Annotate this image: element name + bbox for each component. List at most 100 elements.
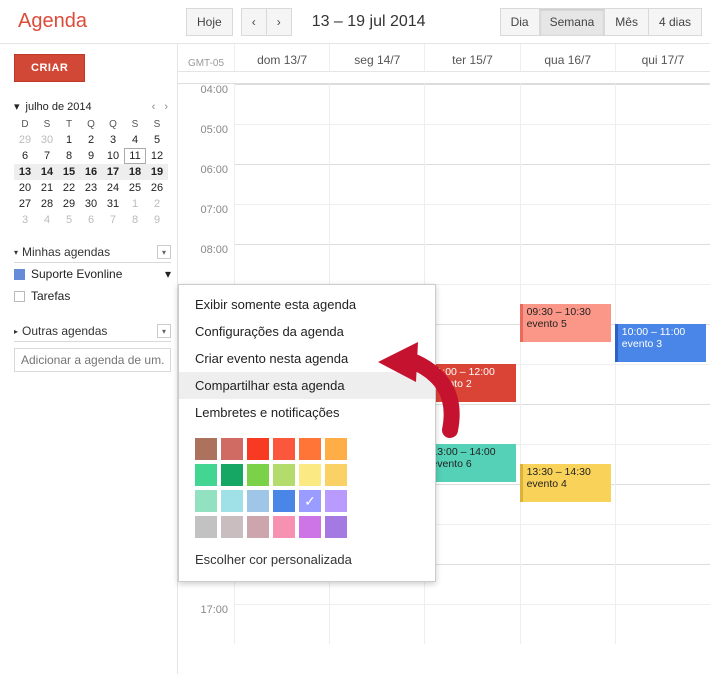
calendar-item-menu-button[interactable]: ▾ [165, 267, 171, 281]
mini-day-cell[interactable]: 28 [36, 196, 58, 212]
other-calendars-menu-button[interactable]: ▾ [157, 324, 171, 338]
calendar-event[interactable]: 10:00 – 11:00evento 3 [615, 324, 706, 362]
mini-day-cell[interactable]: 7 [102, 212, 124, 228]
color-swatch[interactable] [325, 464, 347, 486]
color-swatch[interactable] [325, 490, 347, 512]
color-swatch[interactable] [299, 438, 321, 460]
prev-button[interactable]: ‹ [241, 8, 267, 36]
mini-day-cell[interactable]: 12 [146, 148, 168, 164]
calendar-list-item[interactable]: Tarefas [14, 285, 171, 307]
view-week-button[interactable]: Semana [540, 8, 606, 36]
day-column[interactable] [520, 84, 615, 644]
mini-day-cell[interactable]: 23 [80, 180, 102, 196]
mini-day-cell[interactable]: 13 [14, 164, 36, 180]
mini-day-cell[interactable]: 18 [124, 164, 146, 180]
mini-day-cell[interactable]: 29 [14, 132, 36, 148]
mini-day-cell[interactable]: 4 [36, 212, 58, 228]
color-swatch[interactable] [273, 438, 295, 460]
color-swatch[interactable] [299, 490, 321, 512]
mini-day-cell[interactable]: 20 [14, 180, 36, 196]
color-swatch[interactable] [221, 490, 243, 512]
mini-day-cell[interactable]: 8 [124, 212, 146, 228]
color-swatch[interactable] [221, 516, 243, 538]
mini-day-cell[interactable]: 30 [36, 132, 58, 148]
mini-day-cell[interactable]: 3 [102, 132, 124, 148]
create-button[interactable]: CRIAR [14, 54, 85, 82]
mini-day-cell[interactable]: 6 [14, 148, 36, 164]
color-swatch[interactable] [195, 490, 217, 512]
color-swatch[interactable] [195, 438, 217, 460]
view-4days-button[interactable]: 4 dias [649, 8, 702, 36]
mini-day-cell[interactable]: 7 [36, 148, 58, 164]
color-swatch[interactable] [247, 438, 269, 460]
mini-day-cell[interactable]: 1 [124, 196, 146, 212]
mini-day-cell[interactable]: 14 [36, 164, 58, 180]
mini-day-cell[interactable]: 17 [102, 164, 124, 180]
hour-label: 08:00 [178, 244, 228, 284]
mini-day-cell[interactable]: 11 [124, 148, 146, 164]
color-swatch[interactable] [195, 464, 217, 486]
view-month-button[interactable]: Mês [605, 8, 649, 36]
color-swatch[interactable] [273, 464, 295, 486]
color-swatch[interactable] [273, 490, 295, 512]
calendar-list-item[interactable]: Suporte Evonline▾ [14, 263, 171, 285]
mini-day-cell[interactable]: 16 [80, 164, 102, 180]
mini-day-cell[interactable]: 26 [146, 180, 168, 196]
mini-day-cell[interactable]: 1 [58, 132, 80, 148]
context-menu-item[interactable]: Lembretes e notificações [179, 399, 435, 426]
day-column-header: qua 16/7 [520, 44, 615, 71]
color-swatch[interactable] [299, 464, 321, 486]
color-swatch[interactable] [247, 490, 269, 512]
mini-day-cell[interactable]: 5 [58, 212, 80, 228]
mini-day-cell[interactable]: 21 [36, 180, 58, 196]
mini-day-cell[interactable]: 9 [80, 148, 102, 164]
mini-day-cell[interactable]: 5 [146, 132, 168, 148]
mini-dow-label: S [146, 117, 168, 132]
color-swatch[interactable] [273, 516, 295, 538]
context-menu-item[interactable]: Criar evento nesta agenda [179, 345, 435, 372]
mini-day-cell[interactable]: 29 [58, 196, 80, 212]
mini-day-cell[interactable]: 19 [146, 164, 168, 180]
context-menu-item[interactable]: Compartilhar esta agenda [179, 372, 435, 399]
mini-next-button[interactable]: › [161, 101, 171, 113]
mini-day-cell[interactable]: 10 [102, 148, 124, 164]
mini-day-cell[interactable]: 8 [58, 148, 80, 164]
calendar-event[interactable]: 11:00 – 12:00evento 2 [424, 364, 515, 402]
mini-prev-button[interactable]: ‹ [149, 101, 159, 113]
calendar-color-chip[interactable] [14, 269, 25, 280]
view-day-button[interactable]: Dia [500, 8, 540, 36]
mini-day-cell[interactable]: 31 [102, 196, 124, 212]
mini-day-cell[interactable]: 15 [58, 164, 80, 180]
add-other-calendar-input[interactable] [14, 348, 171, 372]
choose-custom-color[interactable]: Escolher cor personalizada [179, 542, 435, 575]
color-swatch[interactable] [221, 438, 243, 460]
color-swatch[interactable] [247, 516, 269, 538]
mini-day-cell[interactable]: 24 [102, 180, 124, 196]
mini-day-cell[interactable]: 6 [80, 212, 102, 228]
color-swatch[interactable] [221, 464, 243, 486]
mini-day-cell[interactable]: 9 [146, 212, 168, 228]
mini-day-cell[interactable]: 4 [124, 132, 146, 148]
context-menu-item[interactable]: Exibir somente esta agenda [179, 291, 435, 318]
day-column[interactable] [615, 84, 710, 644]
mini-day-cell[interactable]: 22 [58, 180, 80, 196]
calendar-color-chip[interactable] [14, 291, 25, 302]
color-swatch[interactable] [325, 516, 347, 538]
color-swatch[interactable] [195, 516, 217, 538]
mini-day-cell[interactable]: 3 [14, 212, 36, 228]
color-swatch[interactable] [325, 438, 347, 460]
color-swatch[interactable] [247, 464, 269, 486]
mini-day-cell[interactable]: 30 [80, 196, 102, 212]
calendar-event[interactable]: 13:30 – 14:30evento 4 [520, 464, 611, 502]
mini-day-cell[interactable]: 2 [80, 132, 102, 148]
my-calendars-menu-button[interactable]: ▾ [157, 245, 171, 259]
context-menu-item[interactable]: Configurações da agenda [179, 318, 435, 345]
today-button[interactable]: Hoje [186, 8, 233, 36]
mini-day-cell[interactable]: 2 [146, 196, 168, 212]
mini-day-cell[interactable]: 25 [124, 180, 146, 196]
mini-day-cell[interactable]: 27 [14, 196, 36, 212]
calendar-event[interactable]: 09:30 – 10:30evento 5 [520, 304, 611, 342]
calendar-event[interactable]: 13:00 – 14:00evento 6 [424, 444, 515, 482]
next-button[interactable]: › [267, 8, 292, 36]
color-swatch[interactable] [299, 516, 321, 538]
